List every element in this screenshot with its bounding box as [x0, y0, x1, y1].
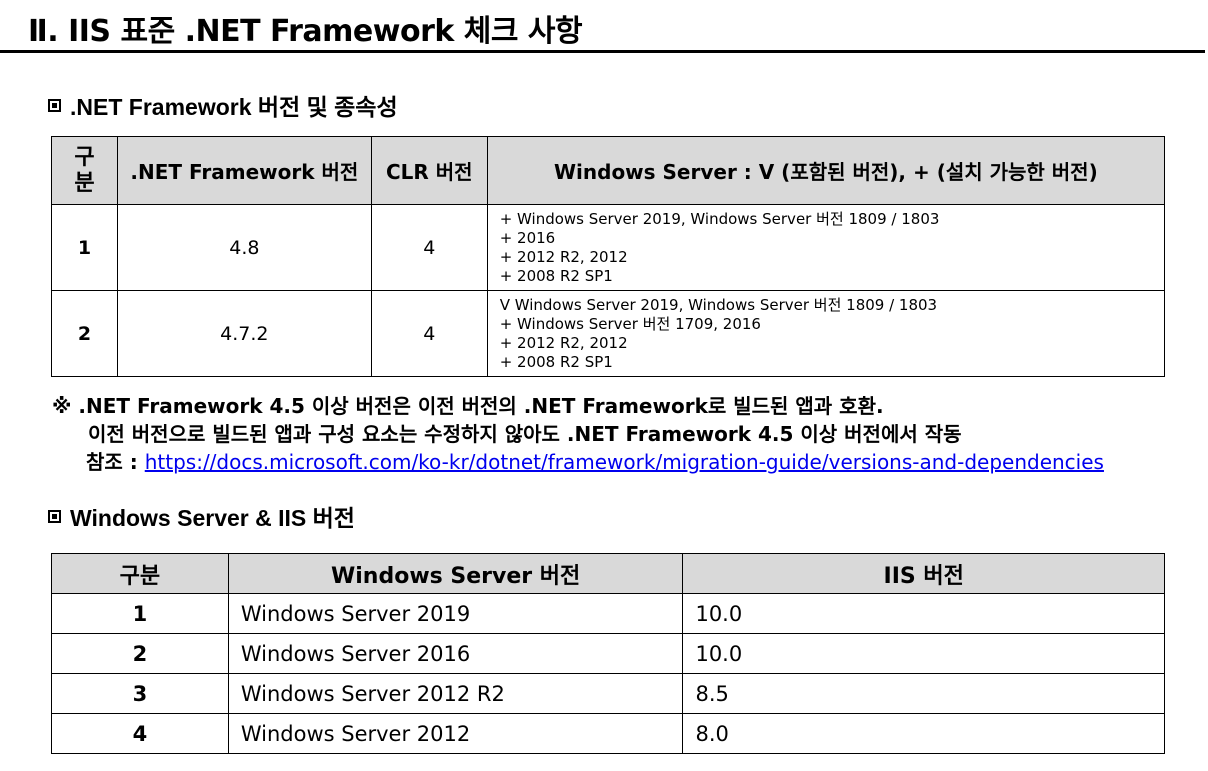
section-heading-framework: .NET Framework 버전 및 종속성	[48, 88, 398, 122]
server-version: Windows Server 2012 R2	[227, 673, 684, 714]
header-windows-server: Windows Server : V (포함된 버전), + (설치 가능한 버…	[486, 136, 1166, 205]
os-line: + 2012 R2, 2012	[499, 247, 628, 266]
compatibility-note: ※ .NET Framework 4.5 이상 버전은 이전 버전의 .NET …	[52, 392, 962, 448]
note-line-2: 이전 버전으로 빌드된 앱과 구성 요소는 수정하지 않아도 .NET Fram…	[88, 422, 962, 446]
table-header-row: 구분 .NET Framework 버전 CLR 버전 Windows Serv…	[51, 136, 1166, 205]
reference-link[interactable]: https://docs.microsoft.com/ko-kr/dotnet/…	[145, 450, 1104, 474]
row-number: 3	[51, 673, 229, 714]
square-bullet-icon	[48, 509, 61, 523]
note-line-1: ※ .NET Framework 4.5 이상 버전은 이전 버전의 .NET …	[52, 394, 884, 418]
header-gubun: 구분	[51, 136, 118, 205]
iis-version: 8.5	[682, 673, 1165, 714]
table-row: 2 Windows Server 2016 10.0	[51, 633, 1165, 674]
row-number: 1	[51, 593, 229, 634]
os-line: + Windows Server 버전 1709, 2016	[499, 314, 761, 333]
framework-table: 구분 .NET Framework 버전 CLR 버전 Windows Serv…	[51, 136, 1166, 377]
square-bullet-icon	[48, 98, 61, 112]
os-line: + Windows Server 2019, Windows Server 버전…	[499, 209, 940, 228]
iis-version: 10.0	[682, 593, 1165, 634]
table-header-row: 구분 Windows Server 버전 IIS 버전	[51, 553, 1165, 594]
row-number: 1	[51, 204, 118, 291]
os-support-list: + Windows Server 2019, Windows Server 버전…	[486, 204, 1166, 291]
table-row: 4 Windows Server 2012 8.0	[51, 713, 1165, 754]
iis-version-table: 구분 Windows Server 버전 IIS 버전 1 Windows Se…	[51, 553, 1165, 754]
table-row: 2 4.7.2 4 V Windows Server 2019, Windows…	[51, 290, 1166, 377]
clr-version: 4	[370, 204, 488, 291]
header-gubun: 구분	[51, 553, 229, 594]
framework-version: 4.7.2	[116, 290, 372, 377]
os-line: + 2016	[499, 228, 556, 247]
table-row: 3 Windows Server 2012 R2 8.5	[51, 673, 1165, 714]
row-number: 4	[51, 713, 229, 754]
server-version: Windows Server 2016	[227, 633, 684, 674]
header-framework-version: .NET Framework 버전	[116, 136, 372, 205]
section-heading-text: .NET Framework 버전 및 종속성	[70, 94, 398, 120]
title-underline	[0, 50, 1205, 53]
reference-line: 참조 : https://docs.microsoft.com/ko-kr/do…	[86, 448, 1104, 476]
row-number: 2	[51, 633, 229, 674]
os-line: + 2008 R2 SP1	[499, 266, 613, 285]
section-heading-text: Windows Server & IIS 버전	[70, 505, 355, 531]
reference-label: 참조 :	[86, 450, 145, 474]
framework-version: 4.8	[116, 204, 372, 291]
table-row: 1 Windows Server 2019 10.0	[51, 593, 1165, 634]
header-windows-server-version: Windows Server 버전	[227, 553, 684, 594]
page-title: Ⅱ. IIS 표준 .NET Framework 체크 사항	[28, 14, 583, 49]
table-row: 1 4.8 4 + Windows Server 2019, Windows S…	[51, 204, 1166, 291]
os-line: V Windows Server 2019, Windows Server 버전…	[499, 295, 938, 314]
server-version: Windows Server 2012	[227, 713, 684, 754]
os-line: + 2012 R2, 2012	[499, 333, 628, 352]
os-line: + 2008 R2 SP1	[499, 352, 613, 371]
os-support-list: V Windows Server 2019, Windows Server 버전…	[486, 290, 1166, 377]
iis-version: 8.0	[682, 713, 1165, 754]
row-number: 2	[51, 290, 118, 377]
iis-version: 10.0	[682, 633, 1165, 674]
header-clr-version: CLR 버전	[370, 136, 488, 205]
server-version: Windows Server 2019	[227, 593, 684, 634]
header-iis-version: IIS 버전	[682, 553, 1165, 594]
clr-version: 4	[370, 290, 488, 377]
section-heading-iis: Windows Server & IIS 버전	[48, 499, 355, 533]
